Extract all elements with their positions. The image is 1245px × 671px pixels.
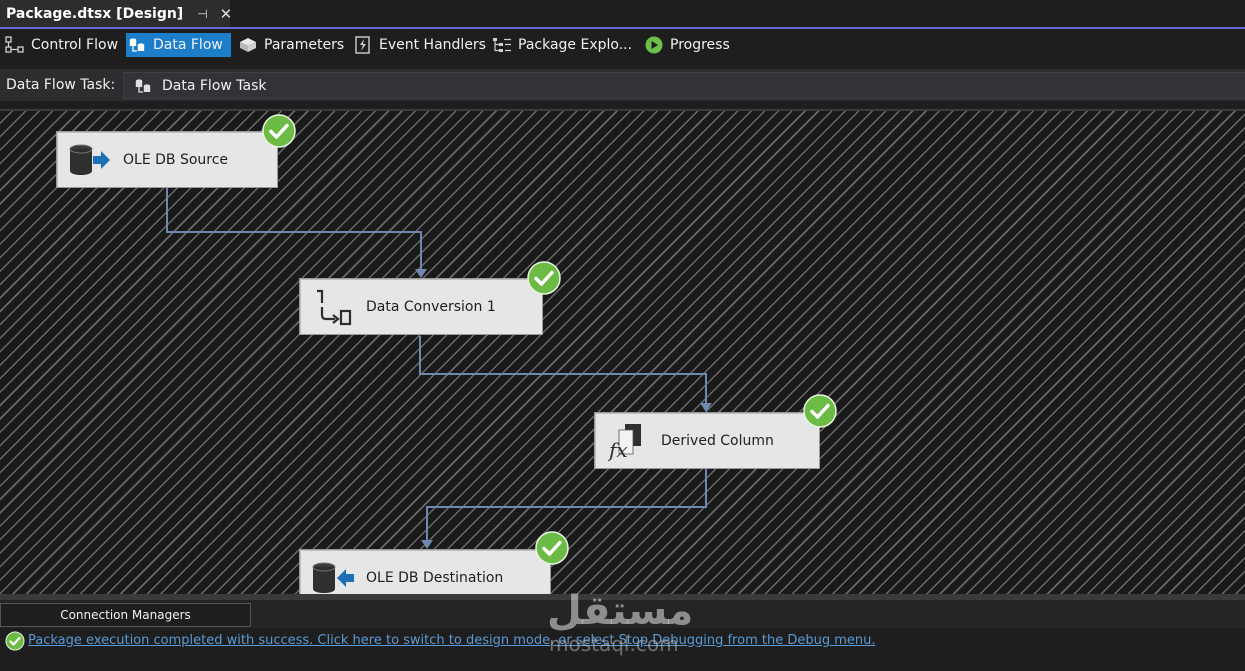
close-icon[interactable]: ✕	[220, 5, 233, 23]
tab-data-flow-label: Data Flow	[153, 37, 223, 53]
component-data-conversion[interactable]: Data Conversion 1	[299, 278, 543, 335]
success-check-icon	[527, 261, 561, 295]
path-source-to-conversion	[166, 188, 422, 272]
success-status-icon	[5, 631, 25, 651]
component-label: OLE DB Destination	[366, 569, 504, 586]
tab-progress-label: Progress	[670, 37, 730, 53]
switch-to-design-mode-link[interactable]: Package execution completed with success…	[28, 633, 875, 648]
data-flow-task-icon	[132, 77, 154, 95]
component-label: OLE DB Source	[123, 151, 229, 168]
progress-icon	[643, 36, 665, 54]
path-arrow-1	[415, 269, 427, 278]
status-bar: Package execution completed with success…	[0, 628, 1245, 671]
path-conversion-to-derived	[419, 336, 707, 406]
tab-control-flow-label: Control Flow	[31, 37, 119, 53]
component-label: Derived Column	[661, 432, 774, 449]
tab-parameters[interactable]: Parameters	[237, 33, 344, 57]
component-label: Data Conversion 1	[366, 298, 496, 315]
data-flow-task-value: Data Flow Task	[162, 77, 267, 94]
success-check-icon	[262, 114, 296, 148]
derived-column-icon: fx	[601, 419, 653, 463]
ole-db-source-icon	[63, 138, 115, 182]
data-flow-design-surface[interactable]: OLE DB Source Data Conversion 1 fx Deriv…	[0, 109, 1245, 596]
parameters-icon	[237, 36, 259, 54]
component-ole-db-destination[interactable]: OLE DB Destination	[299, 549, 551, 596]
success-check-icon	[803, 394, 837, 428]
event-handlers-icon	[352, 36, 374, 54]
path-arrow-3	[421, 540, 433, 549]
document-tab-title: Package.dtsx [Design]	[6, 5, 184, 22]
tab-control-flow[interactable]: Control Flow	[4, 33, 118, 57]
tab-package-explorer-label: Package Explo...	[518, 37, 633, 53]
tab-event-handlers[interactable]: Event Handlers	[352, 33, 486, 57]
component-derived-column[interactable]: fx Derived Column	[594, 412, 820, 469]
data-conversion-icon	[306, 285, 358, 329]
connection-managers-tab[interactable]: Connection Managers	[0, 603, 251, 627]
package-explorer-icon	[491, 36, 513, 54]
designer-tabs: Control Flow Data Flow Parameters Event …	[0, 29, 1245, 61]
tab-package-explorer[interactable]: Package Explo...	[491, 33, 632, 57]
svg-text:fx: fx	[607, 438, 628, 461]
data-flow-task-bar: Data Flow Task: Data Flow Task	[0, 69, 1245, 101]
data-flow-task-label: Data Flow Task:	[6, 77, 116, 93]
tab-event-handlers-label: Event Handlers	[379, 37, 486, 53]
data-flow-task-dropdown[interactable]: Data Flow Task	[123, 72, 1245, 99]
success-check-icon	[535, 531, 569, 565]
document-tab-strip: Package.dtsx [Design] ⊣ ✕	[0, 0, 1245, 29]
pin-icon[interactable]: ⊣	[197, 7, 207, 21]
component-ole-db-source[interactable]: OLE DB Source	[56, 131, 278, 188]
control-flow-icon	[4, 36, 26, 54]
data-flow-icon	[126, 36, 148, 54]
ole-db-destination-icon	[306, 556, 358, 597]
tab-progress[interactable]: Progress	[643, 33, 730, 57]
document-tab[interactable]: Package.dtsx [Design] ⊣ ✕	[0, 0, 233, 27]
tab-data-flow[interactable]: Data Flow	[126, 33, 231, 57]
tab-parameters-label: Parameters	[264, 37, 345, 53]
connection-managers-area: Connection Managers	[0, 594, 1245, 628]
path-arrow-2	[700, 403, 712, 412]
